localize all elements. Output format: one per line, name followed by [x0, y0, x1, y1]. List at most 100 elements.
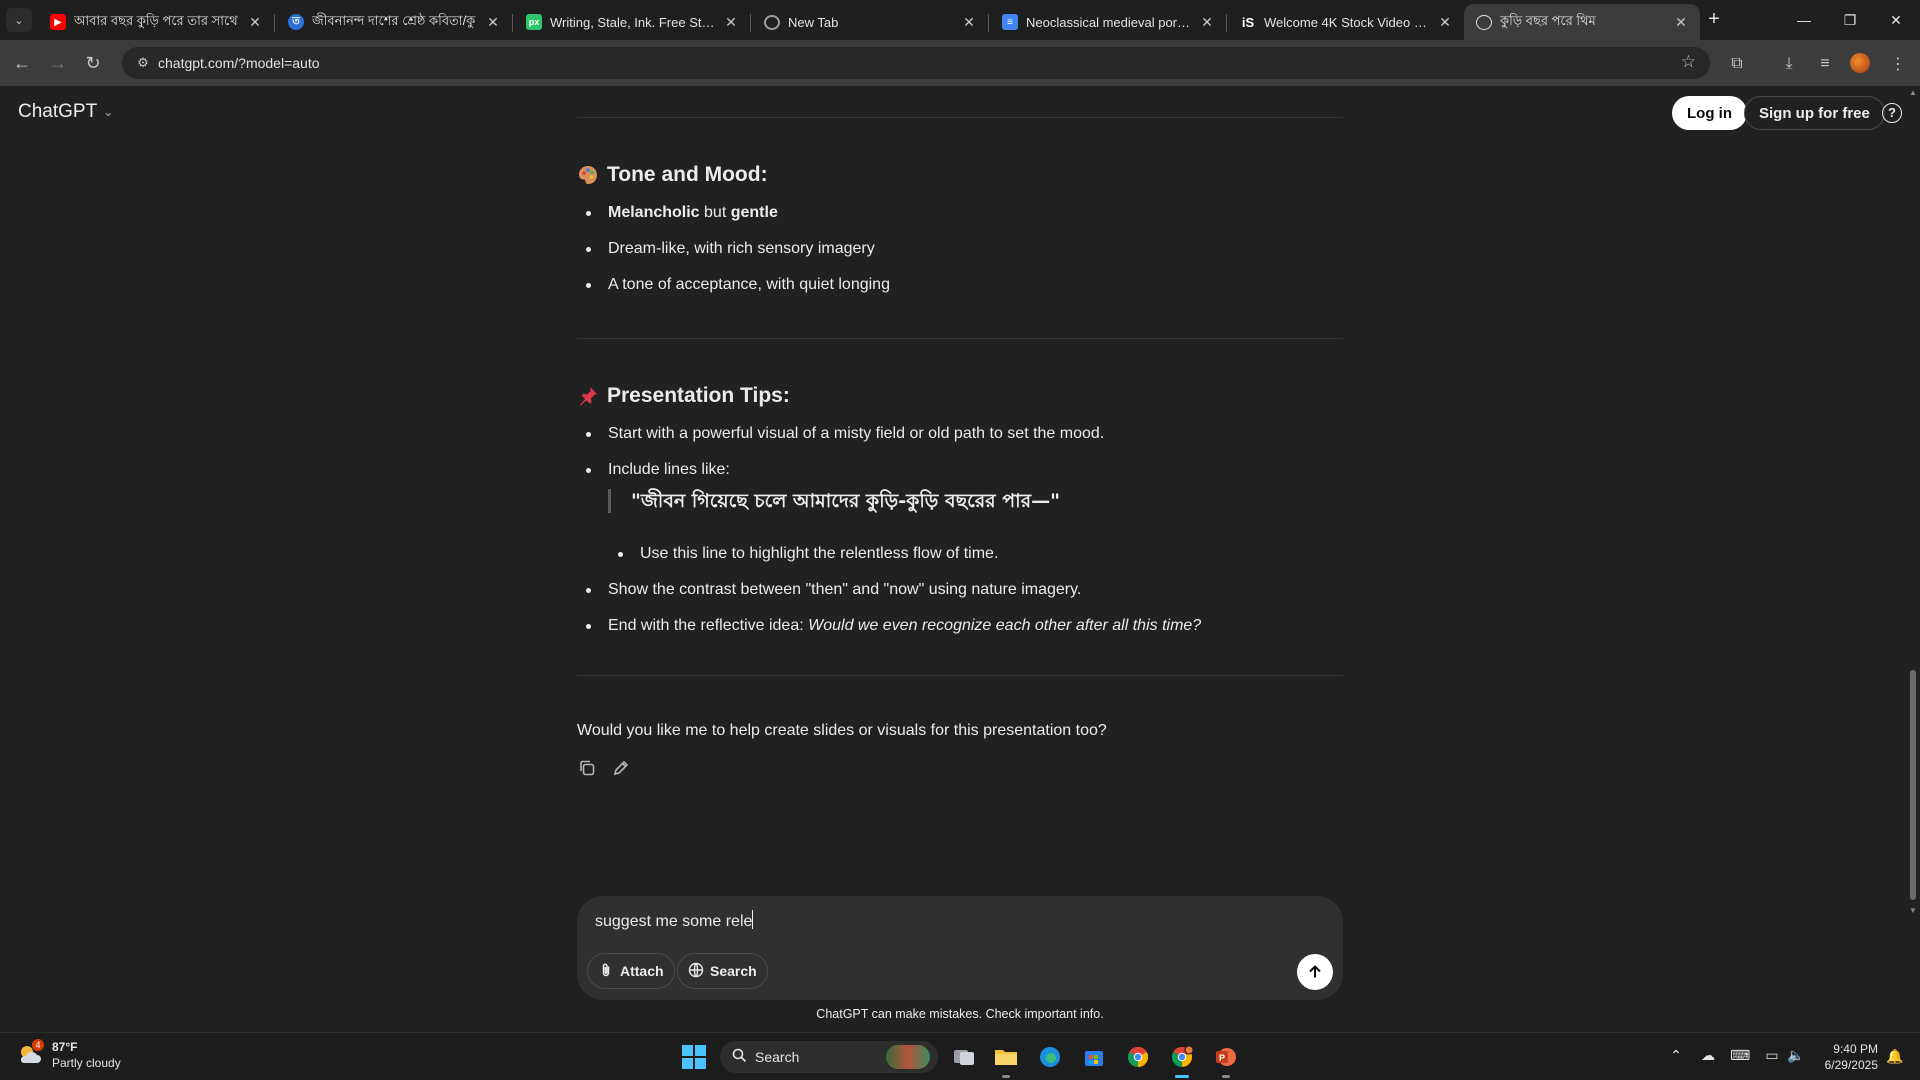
reload-icon[interactable]: ↻	[80, 50, 106, 76]
model-selector[interactable]: ChatGPT ⌄	[18, 101, 113, 123]
close-tab-icon[interactable]: ✕	[1436, 14, 1454, 31]
site-info-icon[interactable]: ⚙	[128, 55, 158, 71]
browser-menu-icon[interactable]: ⋮	[1886, 52, 1910, 76]
scroll-up-icon[interactable]: ▲	[1908, 88, 1918, 97]
list-item: Dream-like, with rich sensory imagery	[577, 239, 890, 275]
tab-chatgpt[interactable]: কুড়ি বছর পরে থিম ✕	[1464, 4, 1700, 40]
tab-pixabay[interactable]: px Writing, Stale, Ink. Free Stock V ✕	[514, 4, 750, 40]
minimize-icon[interactable]: —	[1781, 0, 1827, 40]
cloud-offline-icon[interactable]: ☁	[1698, 1047, 1718, 1064]
login-button[interactable]: Log in	[1672, 96, 1747, 130]
keyboard-icon[interactable]: ⌨	[1730, 1047, 1750, 1064]
media-control-icon[interactable]: ≡	[1813, 52, 1837, 76]
chrome-icon	[764, 14, 780, 30]
send-button[interactable]	[1297, 954, 1333, 990]
close-window-icon[interactable]: ✕	[1873, 0, 1919, 40]
tab-title: আবার বছর কুড়ি পরে তার সাথে	[74, 12, 238, 28]
tab-new-tab[interactable]: New Tab ✕	[752, 4, 988, 40]
extensions-icon[interactable]: ⧉	[1725, 52, 1749, 76]
globe-icon	[688, 962, 704, 981]
close-tab-icon[interactable]: ✕	[1198, 14, 1216, 31]
list-item: A tone of acceptance, with quiet longing	[577, 275, 890, 311]
scroll-down-icon[interactable]: ▼	[1908, 906, 1918, 915]
tone-list: Melancholic but gentle Dream-like, with …	[577, 203, 890, 311]
forward-icon[interactable]: →	[45, 50, 71, 76]
attach-label: Attach	[620, 963, 664, 979]
palette-icon	[579, 166, 597, 184]
notification-bell-icon[interactable]: 🔔	[1886, 1048, 1903, 1065]
attach-button[interactable]: Attach	[587, 953, 675, 989]
tab-docs[interactable]: ≡ Neoclassical medieval portrait c ✕	[990, 4, 1226, 40]
back-icon[interactable]: ←	[9, 50, 35, 76]
divider	[577, 675, 1343, 676]
search-button[interactable]: Search	[677, 953, 768, 989]
start-button[interactable]	[682, 1045, 706, 1069]
close-tab-icon[interactable]: ✕	[722, 14, 740, 31]
network-icon[interactable]: ▭	[1762, 1047, 1782, 1064]
bookmark-star-icon[interactable]: ☆	[1681, 52, 1696, 72]
new-tab-button[interactable]: +	[1702, 8, 1726, 32]
scrollbar-thumb[interactable]	[1910, 670, 1916, 900]
tab-title: কুড়ি বছর পরে থিম	[1500, 12, 1596, 28]
prompt-input[interactable]: suggest me some rele	[595, 910, 754, 931]
disclaimer-text: ChatGPT can make mistakes. Check importa…	[816, 1007, 1104, 1021]
store-icon[interactable]	[1078, 1041, 1110, 1073]
chrome-icon[interactable]	[1122, 1041, 1154, 1073]
sub-list: Use this line to highlight the relentles…	[609, 544, 998, 580]
tips-list-cont: Show the contrast between "then" and "no…	[577, 580, 1201, 652]
list-item: Start with a powerful visual of a misty …	[577, 424, 1104, 460]
tab-poem-site[interactable]: ত জীবনানন্দ দাশের শ্রেষ্ঠ কবিতা/কু ✕	[276, 4, 512, 40]
file-explorer-icon[interactable]	[990, 1041, 1022, 1078]
show-hidden-icons-icon[interactable]: ⌃	[1666, 1047, 1686, 1064]
weather-badge: 4	[32, 1039, 44, 1051]
volume-icon[interactable]: 🔈	[1786, 1047, 1806, 1064]
tab-search-button[interactable]: ⌄	[6, 8, 32, 32]
italic-text: Would we even recognize each other after…	[808, 617, 1202, 634]
search-highlight-image	[886, 1045, 930, 1069]
tab-istock[interactable]: iS Welcome 4K Stock Video - Dow ✕	[1228, 4, 1464, 40]
bold-text: gentle	[730, 204, 778, 221]
list-item: End with the reflective idea: Would we e…	[577, 616, 1201, 652]
chatgpt-header: ChatGPT ⌄ Log in Sign up for free ?	[0, 86, 1910, 140]
system-clock[interactable]: 9:40 PM 6/29/2025	[1812, 1041, 1878, 1073]
tab-title: New Tab	[788, 14, 839, 30]
paperclip-icon	[598, 962, 614, 981]
task-view-icon[interactable]	[948, 1041, 980, 1073]
tab-title: জীবনানন্দ দাশের শ্রেষ্ঠ কবিতা/কু	[312, 12, 476, 28]
powerpoint-icon[interactable]: P	[1210, 1041, 1242, 1078]
restore-icon[interactable]: ❐	[1827, 0, 1873, 40]
prompt-text: suggest me some rele	[595, 913, 753, 930]
close-tab-icon[interactable]: ✕	[960, 14, 978, 31]
downloads-icon[interactable]: ⤓	[1777, 52, 1801, 76]
message-actions	[577, 758, 631, 778]
text: but	[699, 204, 731, 221]
taskbar-search[interactable]: Search	[720, 1041, 938, 1073]
heading-text: Tone and Mood:	[607, 163, 768, 186]
signup-button[interactable]: Sign up for free	[1744, 96, 1885, 130]
pushpin-icon	[579, 387, 597, 406]
search-icon	[732, 1048, 747, 1066]
copy-icon[interactable]	[577, 758, 597, 778]
text-caret	[752, 910, 754, 929]
tab-title: Welcome 4K Stock Video - Dow	[1264, 14, 1430, 30]
weather-widget[interactable]: 4 87°F Partly cloudy	[16, 1039, 121, 1071]
bold-text: Melancholic	[608, 204, 700, 221]
weather-desc: Partly cloudy	[52, 1056, 121, 1070]
tab-youtube[interactable]: ▶ আবার বছর কুড়ি পরে তার সাথে ✕	[38, 4, 274, 40]
svg-text:P: P	[1219, 1053, 1225, 1063]
chrome-profile-icon[interactable]	[1166, 1041, 1198, 1078]
address-bar[interactable]: ⚙ chatgpt.com/?model=auto ☆	[122, 47, 1710, 79]
tab-title: Neoclassical medieval portrait c	[1026, 14, 1192, 30]
edit-icon[interactable]	[611, 758, 631, 778]
site-icon: ত	[288, 14, 304, 30]
profile-avatar[interactable]	[1850, 53, 1870, 73]
edge-icon[interactable]	[1034, 1041, 1066, 1073]
close-tab-icon[interactable]: ✕	[246, 14, 264, 31]
close-tab-icon[interactable]: ✕	[484, 14, 502, 31]
text: End with the reflective idea:	[608, 617, 809, 634]
istock-icon: iS	[1241, 14, 1255, 30]
weather-temp: 87°F	[52, 1040, 78, 1054]
help-icon[interactable]: ?	[1882, 103, 1902, 123]
close-tab-icon[interactable]: ✕	[1672, 14, 1690, 31]
url-text[interactable]: chatgpt.com/?model=auto	[158, 55, 320, 71]
